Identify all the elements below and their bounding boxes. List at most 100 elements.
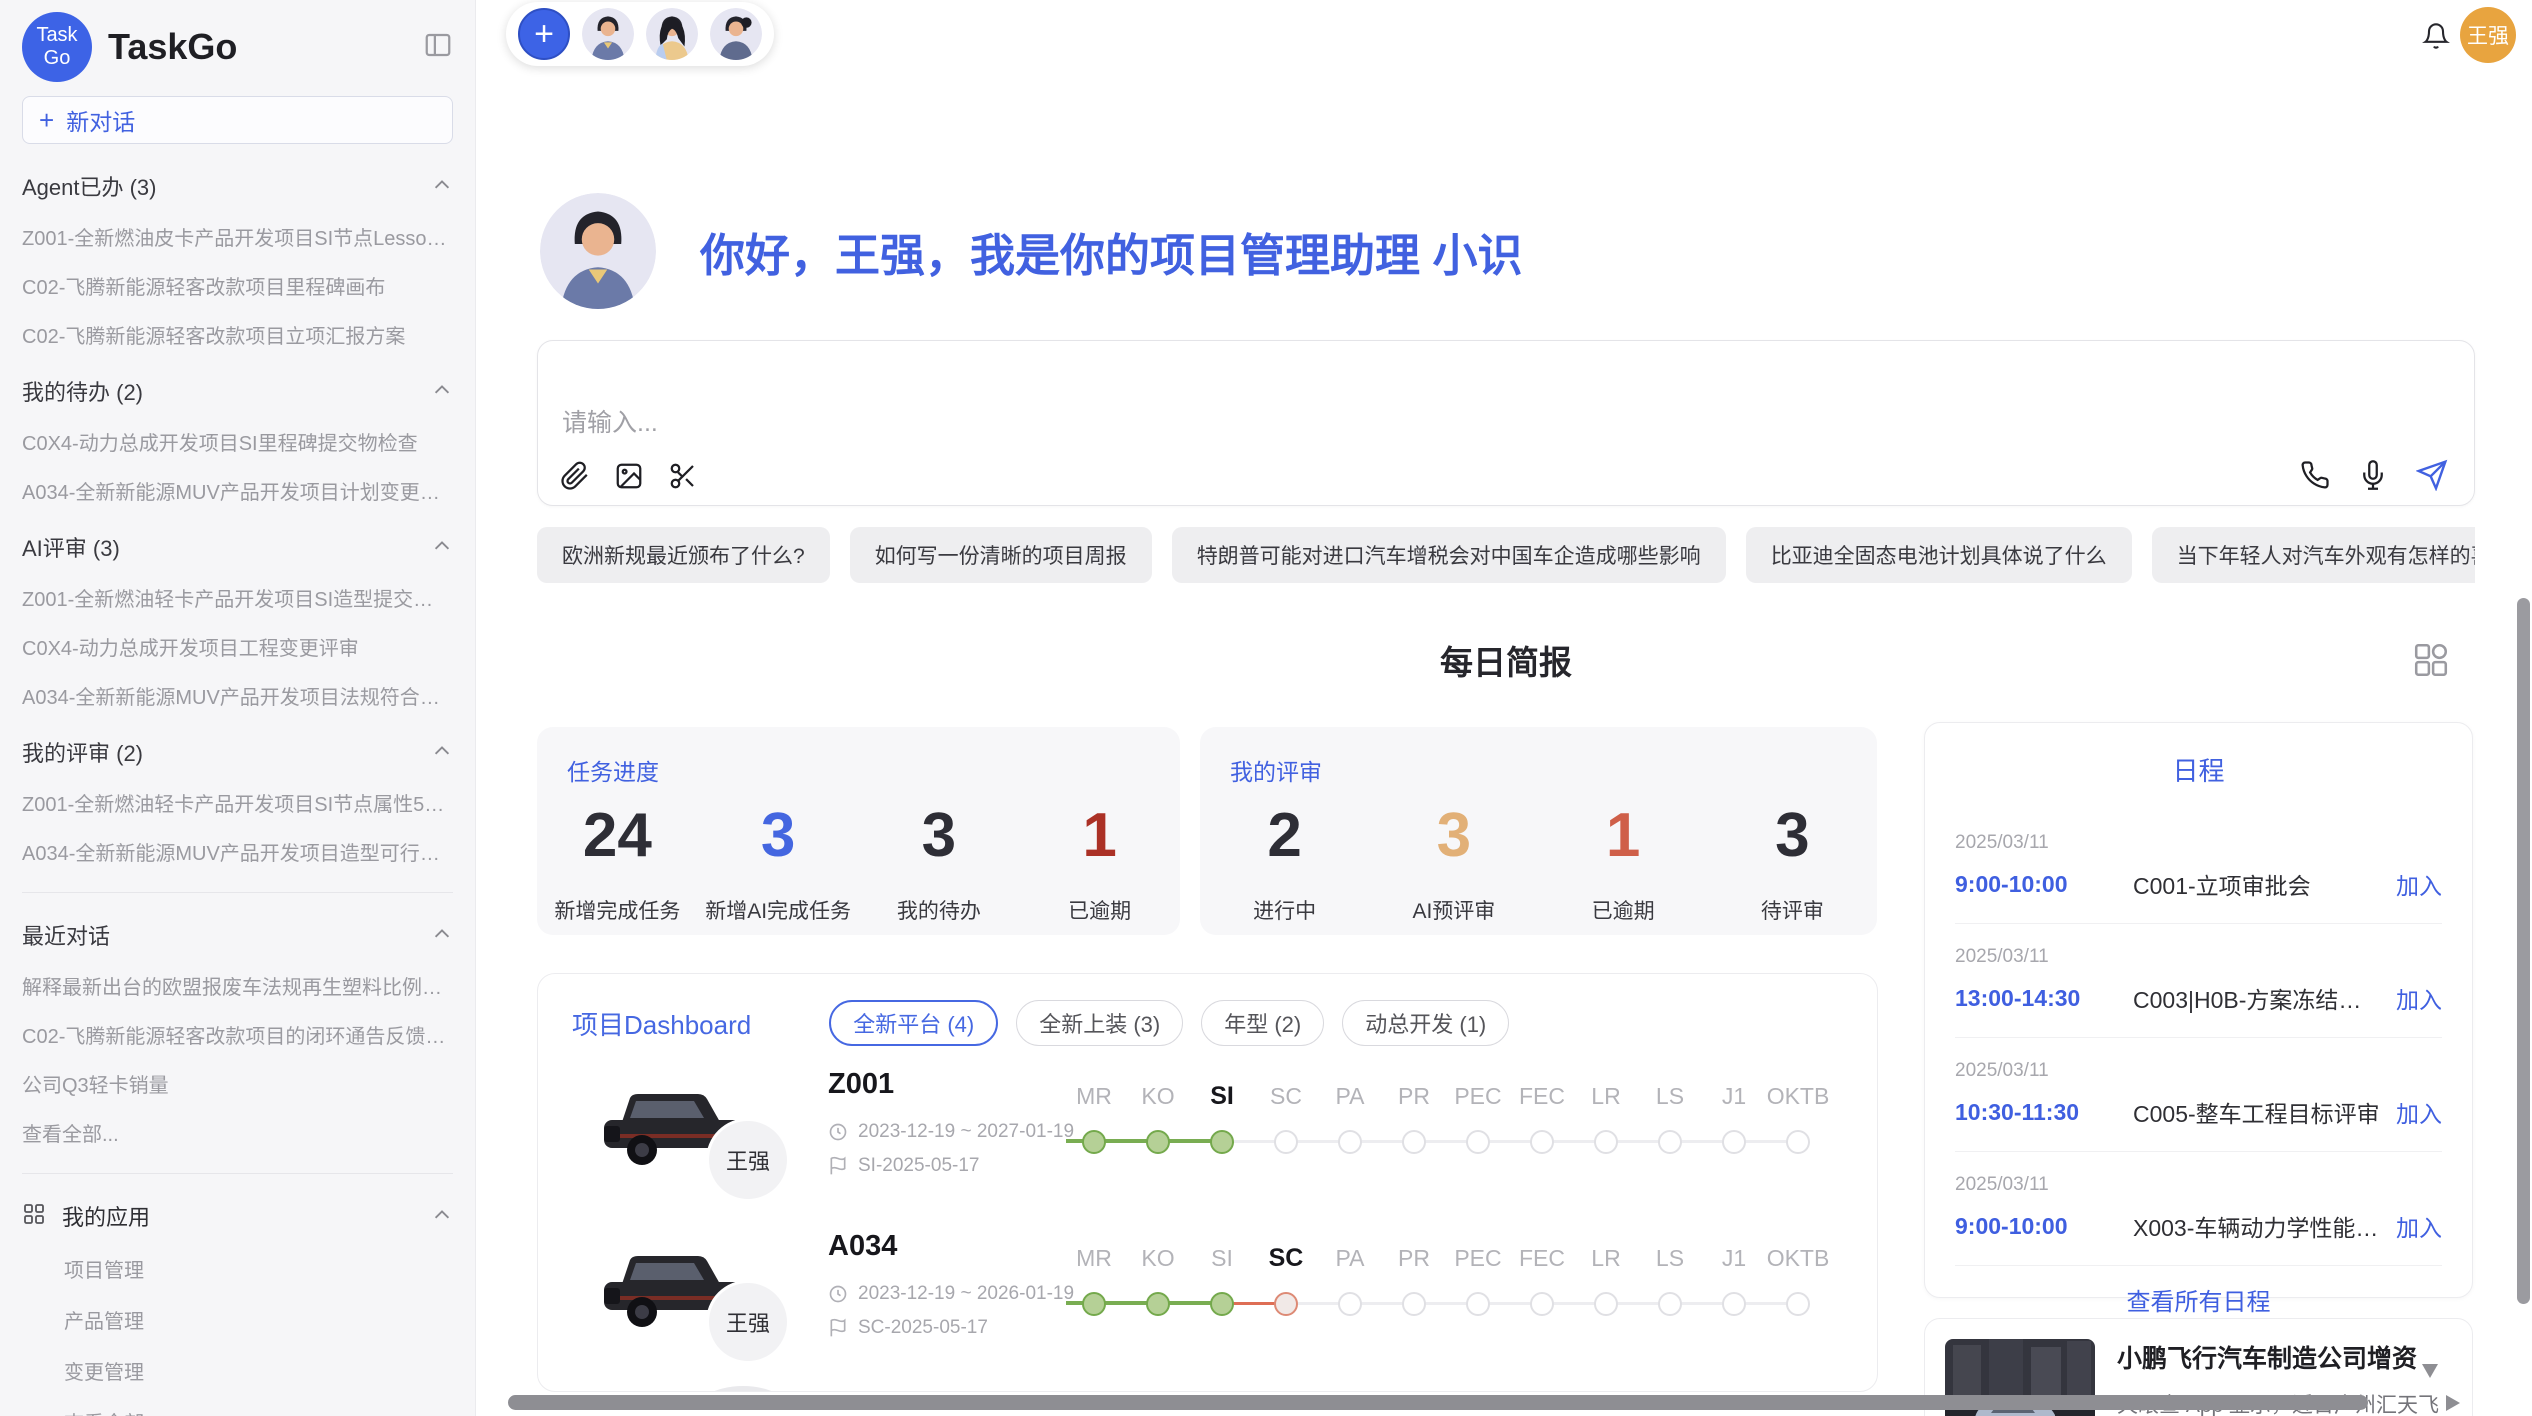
section-header[interactable]: 最近对话 <box>22 919 453 951</box>
suggestion-chip[interactable]: 比亚迪全固态电池计划具体说了什么 <box>1746 527 2132 583</box>
microphone-icon[interactable] <box>2358 460 2388 490</box>
section-header[interactable]: 我的评审 (2) <box>22 736 453 768</box>
schedule-item: 2025/03/1113:00-14:30C003|H0B-方案冻结评审加入 <box>1955 924 2442 1038</box>
schedule-event-title: C005-整车工程目标评审 <box>2133 1095 2382 1129</box>
project-row[interactable]: 王强A0342023-12-19 ~ 2026-01-19SC-2025-05-… <box>538 1224 1877 1386</box>
stat: 1 已逾期 <box>1539 805 1708 925</box>
session-avatar-3[interactable] <box>710 8 762 60</box>
milestone-label: FEC <box>1510 1238 1574 1278</box>
horizontal-scrollbar[interactable] <box>508 1395 2368 1410</box>
section-header[interactable]: Agent已办 (3) <box>22 170 453 202</box>
scroll-right-arrow-icon[interactable] <box>2446 1395 2460 1411</box>
section-header[interactable]: AI评审 (3) <box>22 531 453 563</box>
chevron-up-icon[interactable] <box>431 175 453 197</box>
sidebar-app-item[interactable]: 产品管理 <box>64 1305 453 1334</box>
sidebar-item[interactable]: Z001-全新燃油轻卡产品开发项目SI造型提交物评审 <box>22 583 453 612</box>
session-avatar-1[interactable] <box>582 8 634 60</box>
suggestion-chip[interactable]: 特朗普可能对进口汽车增税会对中国车企造成哪些影响 <box>1172 527 1726 583</box>
milestone-dot <box>1466 1292 1490 1316</box>
layout-grid-icon[interactable] <box>2412 641 2450 684</box>
dashboard-tab[interactable]: 全新上装 (3) <box>1016 1000 1183 1046</box>
sidebar-item[interactable]: A034-全新新能源MUV产品开发项目计划变更表编写 <box>22 476 453 505</box>
chevron-up-icon[interactable] <box>431 536 453 558</box>
new-chat-button[interactable]: + 新对话 <box>22 96 453 144</box>
sidebar-item[interactable]: C0X4-动力总成开发项目SI里程碑提交物检查 <box>22 427 453 456</box>
chat-input[interactable] <box>562 403 1962 447</box>
session-switcher: + <box>506 2 774 66</box>
view-all-schedule-link[interactable]: 查看所有日程 <box>1925 1282 2472 1317</box>
sidebar-item[interactable]: A034-全新新能源MUV产品开发项目造型可行性评审 <box>22 837 453 866</box>
suggestion-chip[interactable]: 当下年轻人对汽车外观有怎样的喜好趋势 <box>2152 527 2475 583</box>
sidebar-item[interactable]: Z001-全新燃油皮卡产品开发项目SI节点Lesson Learn报告 <box>22 222 453 251</box>
chevron-up-icon[interactable] <box>431 380 453 402</box>
project-dashboard-card: 项目Dashboard 全新平台 (4) 全新上装 (3) 年型 (2) 动总开发 (… <box>537 973 1878 1392</box>
divider <box>22 1173 453 1174</box>
sidebar-app-item[interactable]: 变更管理 <box>64 1356 453 1385</box>
stat-value: 3 <box>1369 805 1538 867</box>
scissors-icon[interactable] <box>668 461 698 491</box>
sidebar-item[interactable]: C02-飞腾新能源轻客改款项目里程碑画布 <box>22 271 453 300</box>
project-flag-label: SC-2025-05-17 <box>858 1317 988 1339</box>
sidebar-item[interactable]: C02-飞腾新能源轻客改款项目的闭环通告反馈情况 <box>22 1020 453 1049</box>
view-all-link[interactable]: 查看全部... <box>22 1118 453 1147</box>
milestone-dot <box>1402 1130 1426 1154</box>
stat-label: 新增完成任务 <box>537 895 698 925</box>
dashboard-header: 项目Dashboard 全新平台 (4) 全新上装 (3) 年型 (2) 动总开发 (… <box>538 974 1877 1046</box>
sidebar-item[interactable]: C0X4-动力总成开发项目工程变更评审 <box>22 632 453 661</box>
dashboard-tab[interactable]: 动总开发 (1) <box>1342 1000 1509 1046</box>
stat-row: 2进行中3AI预评审1已逾期3待评审 <box>1200 805 1877 925</box>
milestone-label: LR <box>1574 1238 1638 1278</box>
clock-icon <box>828 1284 848 1304</box>
stat-label: 已逾期 <box>1539 895 1708 925</box>
stat-value: 3 <box>698 805 859 867</box>
section-header[interactable]: 我的应用 <box>22 1200 453 1232</box>
daily-brief-title: 每日简报 <box>537 636 2475 684</box>
project-dates-label: 2023-12-19 ~ 2027-01-19 <box>858 1121 1074 1143</box>
sidebar-item[interactable]: C02-飞腾新能源轻客改款项目立项汇报方案 <box>22 320 453 349</box>
milestone-label: OKTB <box>1766 1238 1830 1278</box>
schedule-item: 2025/03/119:00-10:00X003-车辆动力学性能验...加入 <box>1955 1152 2442 1266</box>
session-avatar-2[interactable] <box>646 8 698 60</box>
suggestion-chip[interactable]: 如何写一份清晰的项目周报 <box>850 527 1152 583</box>
sidebar-item[interactable]: 解释最新出台的欧盟报废车法规再生塑料比例被调至15%... <box>22 971 453 1000</box>
join-link[interactable]: 加入 <box>2396 867 2442 901</box>
dashboard-tab[interactable]: 年型 (2) <box>1201 1000 1324 1046</box>
vertical-scrollbar[interactable] <box>2517 598 2530 1304</box>
sidebar-item[interactable]: Z001-全新燃油轻卡产品开发项目SI节点属性5D文件评审 <box>22 788 453 817</box>
sidebar-app-item[interactable]: 项目管理 <box>64 1254 453 1283</box>
section-header[interactable]: 我的待办 (2) <box>22 375 453 407</box>
user-avatar[interactable]: 王强 <box>2460 7 2516 63</box>
stat: 3新增AI完成任务 <box>698 805 859 925</box>
view-all-link[interactable]: 查看全部... <box>64 1407 453 1416</box>
phone-icon[interactable] <box>2300 460 2330 490</box>
dashboard-tab[interactable]: 全新平台 (4) <box>829 1000 998 1046</box>
send-icon[interactable] <box>2416 459 2448 491</box>
stat: 24新增完成任务 <box>537 805 698 925</box>
dashboard-tabs: 全新平台 (4) 全新上装 (3) 年型 (2) 动总开发 (1) <box>829 1000 1509 1046</box>
sidebar-item[interactable]: A034-全新新能源MUV产品开发项目法规符合性评审 <box>22 681 453 710</box>
paperclip-icon[interactable] <box>560 461 590 491</box>
dashboard-title: 项目Dashboard <box>572 1005 751 1042</box>
schedule-time: 9:00-10:00 <box>1955 871 2133 898</box>
chevron-up-icon[interactable] <box>431 1205 453 1227</box>
sidebar-item[interactable]: 公司Q3轻卡销量 <box>22 1069 453 1098</box>
sidebar-collapse-icon[interactable] <box>423 30 453 65</box>
milestone-label: PR <box>1382 1238 1446 1278</box>
chevron-up-icon[interactable] <box>431 924 453 946</box>
schedule-event-title: C001-立项审批会 <box>2133 867 2382 901</box>
schedule-item: 2025/03/119:00-10:00C001-立项审批会加入 <box>1955 810 2442 924</box>
image-icon[interactable] <box>614 461 644 491</box>
stat-card-title: 我的评审 <box>1230 753 1322 787</box>
scroll-down-arrow-icon[interactable] <box>2422 1364 2438 1378</box>
join-link[interactable]: 加入 <box>2396 1095 2442 1129</box>
stat-value: 1 <box>1539 805 1708 867</box>
project-row[interactable]: 王强Z0012023-12-19 ~ 2027-01-19SI-2025-05-… <box>538 1062 1877 1224</box>
suggestion-chip[interactable]: 欧洲新规最近颁布了什么? <box>537 527 830 583</box>
milestone-label: SI <box>1190 1076 1254 1116</box>
notification-bell-icon[interactable] <box>2422 22 2450 55</box>
add-session-button[interactable]: + <box>518 8 570 60</box>
join-link[interactable]: 加入 <box>2396 981 2442 1015</box>
milestone-label: SC <box>1254 1238 1318 1278</box>
chevron-up-icon[interactable] <box>431 741 453 763</box>
join-link[interactable]: 加入 <box>2396 1209 2442 1243</box>
